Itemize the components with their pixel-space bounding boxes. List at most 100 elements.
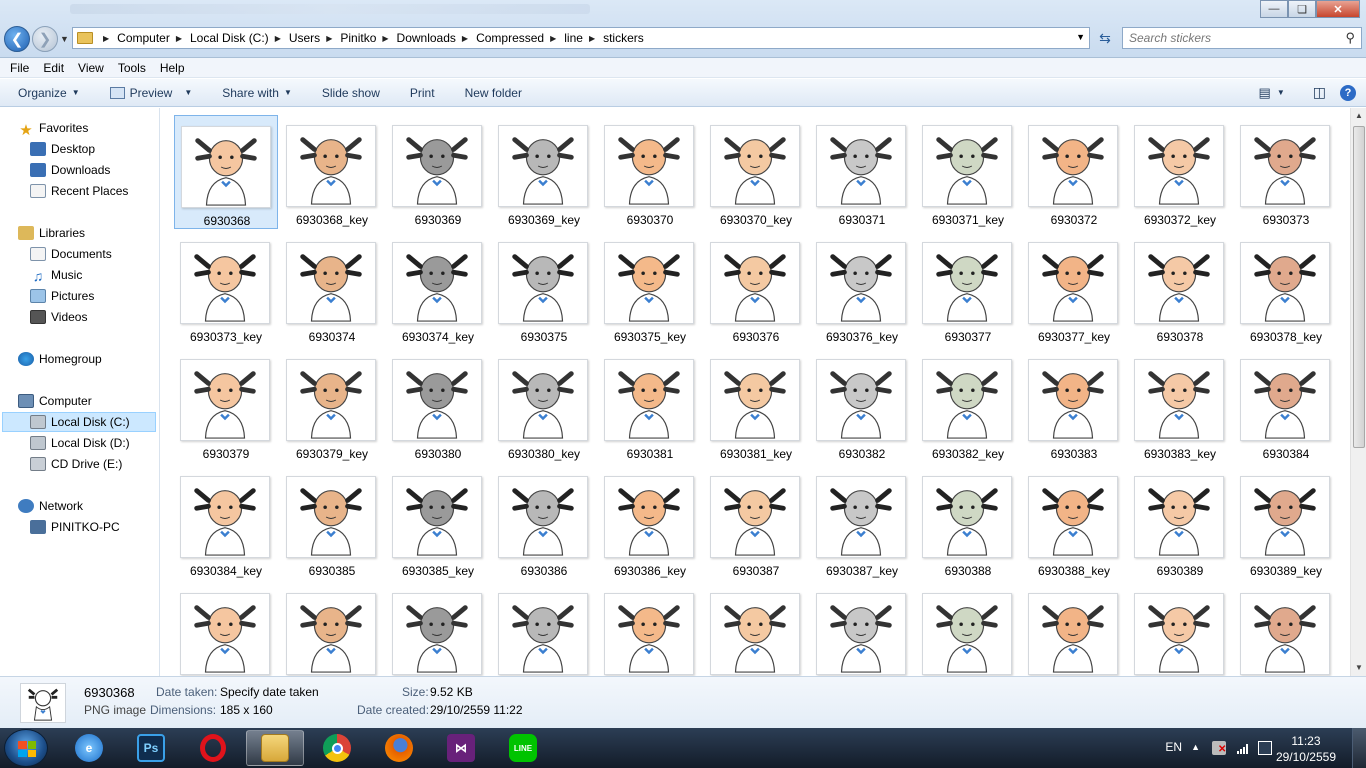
file-item[interactable]: [280, 583, 384, 676]
vertical-scrollbar[interactable]: ▲ ▼: [1350, 108, 1366, 676]
address-bar[interactable]: ▶ Computer ▶ Local Disk (C:) ▶ Users ▶ Pinitko ▶…: [72, 27, 1090, 49]
breadcrumb-item[interactable]: ▶ Pinitko: [320, 31, 376, 45]
nav-pictures[interactable]: Pictures: [30, 286, 94, 306]
breadcrumb-separator-icon[interactable]: ▶: [275, 34, 281, 43]
nav-network[interactable]: Network: [18, 496, 83, 516]
address-dropdown-icon[interactable]: ▼: [1076, 32, 1085, 42]
file-item[interactable]: 6930380_key: [492, 349, 596, 463]
file-item[interactable]: 6930376_key: [810, 232, 914, 346]
action-center-icon[interactable]: ✕: [1212, 741, 1226, 755]
breadcrumb-separator-icon[interactable]: ▶: [589, 34, 595, 43]
breadcrumb-item[interactable]: ▶ Computer: [97, 31, 170, 45]
scroll-up-icon[interactable]: ▲: [1351, 108, 1366, 124]
print-button[interactable]: Print: [410, 86, 435, 100]
close-button[interactable]: ✕: [1316, 0, 1360, 18]
view-options-dropdown[interactable]: ▼: [1277, 88, 1285, 97]
file-item[interactable]: 6930370_key: [704, 115, 808, 229]
nav-libraries[interactable]: Libraries: [18, 223, 85, 243]
nav-documents[interactable]: Documents: [30, 244, 112, 264]
share-with-button[interactable]: Share with ▼: [222, 86, 292, 100]
nav-pinitko-pc[interactable]: PINITKO-PC: [30, 517, 120, 537]
help-icon[interactable]: ?: [1340, 84, 1356, 101]
nav-cd-drive-e[interactable]: CD Drive (E:): [30, 454, 122, 474]
file-item[interactable]: 6930385_key: [386, 466, 490, 580]
file-item[interactable]: 6930384_key: [174, 466, 278, 580]
file-item[interactable]: 6930375: [492, 232, 596, 346]
recent-pages-dropdown[interactable]: ▼: [60, 34, 69, 44]
taskbar-windows-explorer[interactable]: [246, 730, 304, 766]
file-item[interactable]: 6930383: [1022, 349, 1126, 463]
file-item[interactable]: 6930387: [704, 466, 808, 580]
file-item[interactable]: 6930385: [280, 466, 384, 580]
file-item[interactable]: 6930369: [386, 115, 490, 229]
scrollbar-thumb[interactable]: [1353, 126, 1365, 448]
breadcrumb-item[interactable]: ▶ stickers: [583, 31, 644, 45]
nav-favorites[interactable]: ★ Favorites: [18, 118, 88, 139]
file-item[interactable]: [1128, 583, 1232, 676]
menu-view[interactable]: View: [78, 61, 104, 75]
taskbar-internet-explorer[interactable]: e: [60, 730, 118, 766]
taskbar-visual-studio[interactable]: ⋈: [432, 730, 490, 766]
maximize-button[interactable]: ❏: [1288, 0, 1316, 18]
scroll-down-icon[interactable]: ▼: [1351, 660, 1366, 676]
taskbar-opera[interactable]: [184, 730, 242, 766]
nav-recent-places[interactable]: Recent Places: [30, 181, 128, 201]
file-item[interactable]: 6930389_key: [1234, 466, 1338, 580]
file-item[interactable]: 6930377: [916, 232, 1020, 346]
file-item[interactable]: 6930382_key: [916, 349, 1020, 463]
file-item[interactable]: 6930373_key: [174, 232, 278, 346]
file-item[interactable]: 6930375_key: [598, 232, 702, 346]
battery-icon[interactable]: [1258, 741, 1272, 755]
breadcrumb-separator-icon[interactable]: ▶: [550, 34, 556, 43]
nav-music[interactable]: ♫ Music: [30, 265, 83, 285]
file-item[interactable]: 6930386: [492, 466, 596, 580]
organize-button[interactable]: Organize ▼: [18, 86, 80, 100]
file-item[interactable]: 6930379_key: [280, 349, 384, 463]
file-item[interactable]: 6930372: [1022, 115, 1126, 229]
file-item[interactable]: 6930369_key: [492, 115, 596, 229]
file-item[interactable]: 6930368_key: [280, 115, 384, 229]
breadcrumb-item[interactable]: ▶ line: [544, 31, 583, 45]
breadcrumb-separator-icon[interactable]: ▶: [103, 34, 109, 43]
change-view-icon[interactable]: ▤: [1259, 85, 1271, 101]
file-item[interactable]: [916, 583, 1020, 676]
slide-show-button[interactable]: Slide show: [322, 86, 380, 100]
breadcrumb-item[interactable]: ▶ Compressed: [456, 31, 544, 45]
breadcrumb-item[interactable]: ▶ Downloads: [376, 31, 456, 45]
nav-local-disk-d[interactable]: Local Disk (D:): [30, 433, 130, 453]
file-item[interactable]: 6930381: [598, 349, 702, 463]
file-item[interactable]: [1234, 583, 1338, 676]
file-item[interactable]: 6930380: [386, 349, 490, 463]
preview-button[interactable]: Preview ▼: [109, 86, 192, 100]
nav-desktop[interactable]: Desktop: [30, 139, 95, 159]
file-item[interactable]: 6930383_key: [1128, 349, 1232, 463]
taskbar-photoshop[interactable]: Ps: [122, 730, 180, 766]
taskbar-chrome[interactable]: [308, 730, 366, 766]
file-item[interactable]: 6930386_key: [598, 466, 702, 580]
file-item[interactable]: 6930371: [810, 115, 914, 229]
file-item[interactable]: 6930389: [1128, 466, 1232, 580]
file-item[interactable]: [492, 583, 596, 676]
file-item[interactable]: [704, 583, 808, 676]
breadcrumb-separator-icon[interactable]: ▶: [462, 34, 468, 43]
breadcrumb-item[interactable]: ▶ Local Disk (C:): [170, 31, 269, 45]
taskbar-firefox[interactable]: [370, 730, 428, 766]
refresh-button[interactable]: ⇆: [1094, 27, 1116, 49]
language-indicator[interactable]: EN: [1165, 740, 1182, 754]
file-item[interactable]: 6930381_key: [704, 349, 808, 463]
nav-videos[interactable]: Videos: [30, 307, 87, 327]
breadcrumb-item[interactable]: ▶ Users: [269, 31, 321, 45]
file-item[interactable]: 6930378_key: [1234, 232, 1338, 346]
nav-local-disk-c[interactable]: Local Disk (C:): [2, 412, 156, 432]
menu-tools[interactable]: Tools: [118, 61, 146, 75]
menu-file[interactable]: File: [10, 61, 29, 75]
menu-help[interactable]: Help: [160, 61, 185, 75]
file-item[interactable]: 6930376: [704, 232, 808, 346]
search-input[interactable]: Search stickers ⚲: [1122, 27, 1362, 49]
file-item[interactable]: 6930379: [174, 349, 278, 463]
search-icon[interactable]: ⚲: [1345, 30, 1355, 46]
nav-homegroup[interactable]: Homegroup: [18, 349, 102, 369]
file-item[interactable]: [174, 583, 278, 676]
file-item[interactable]: 6930387_key: [810, 466, 914, 580]
file-item[interactable]: 6930377_key: [1022, 232, 1126, 346]
